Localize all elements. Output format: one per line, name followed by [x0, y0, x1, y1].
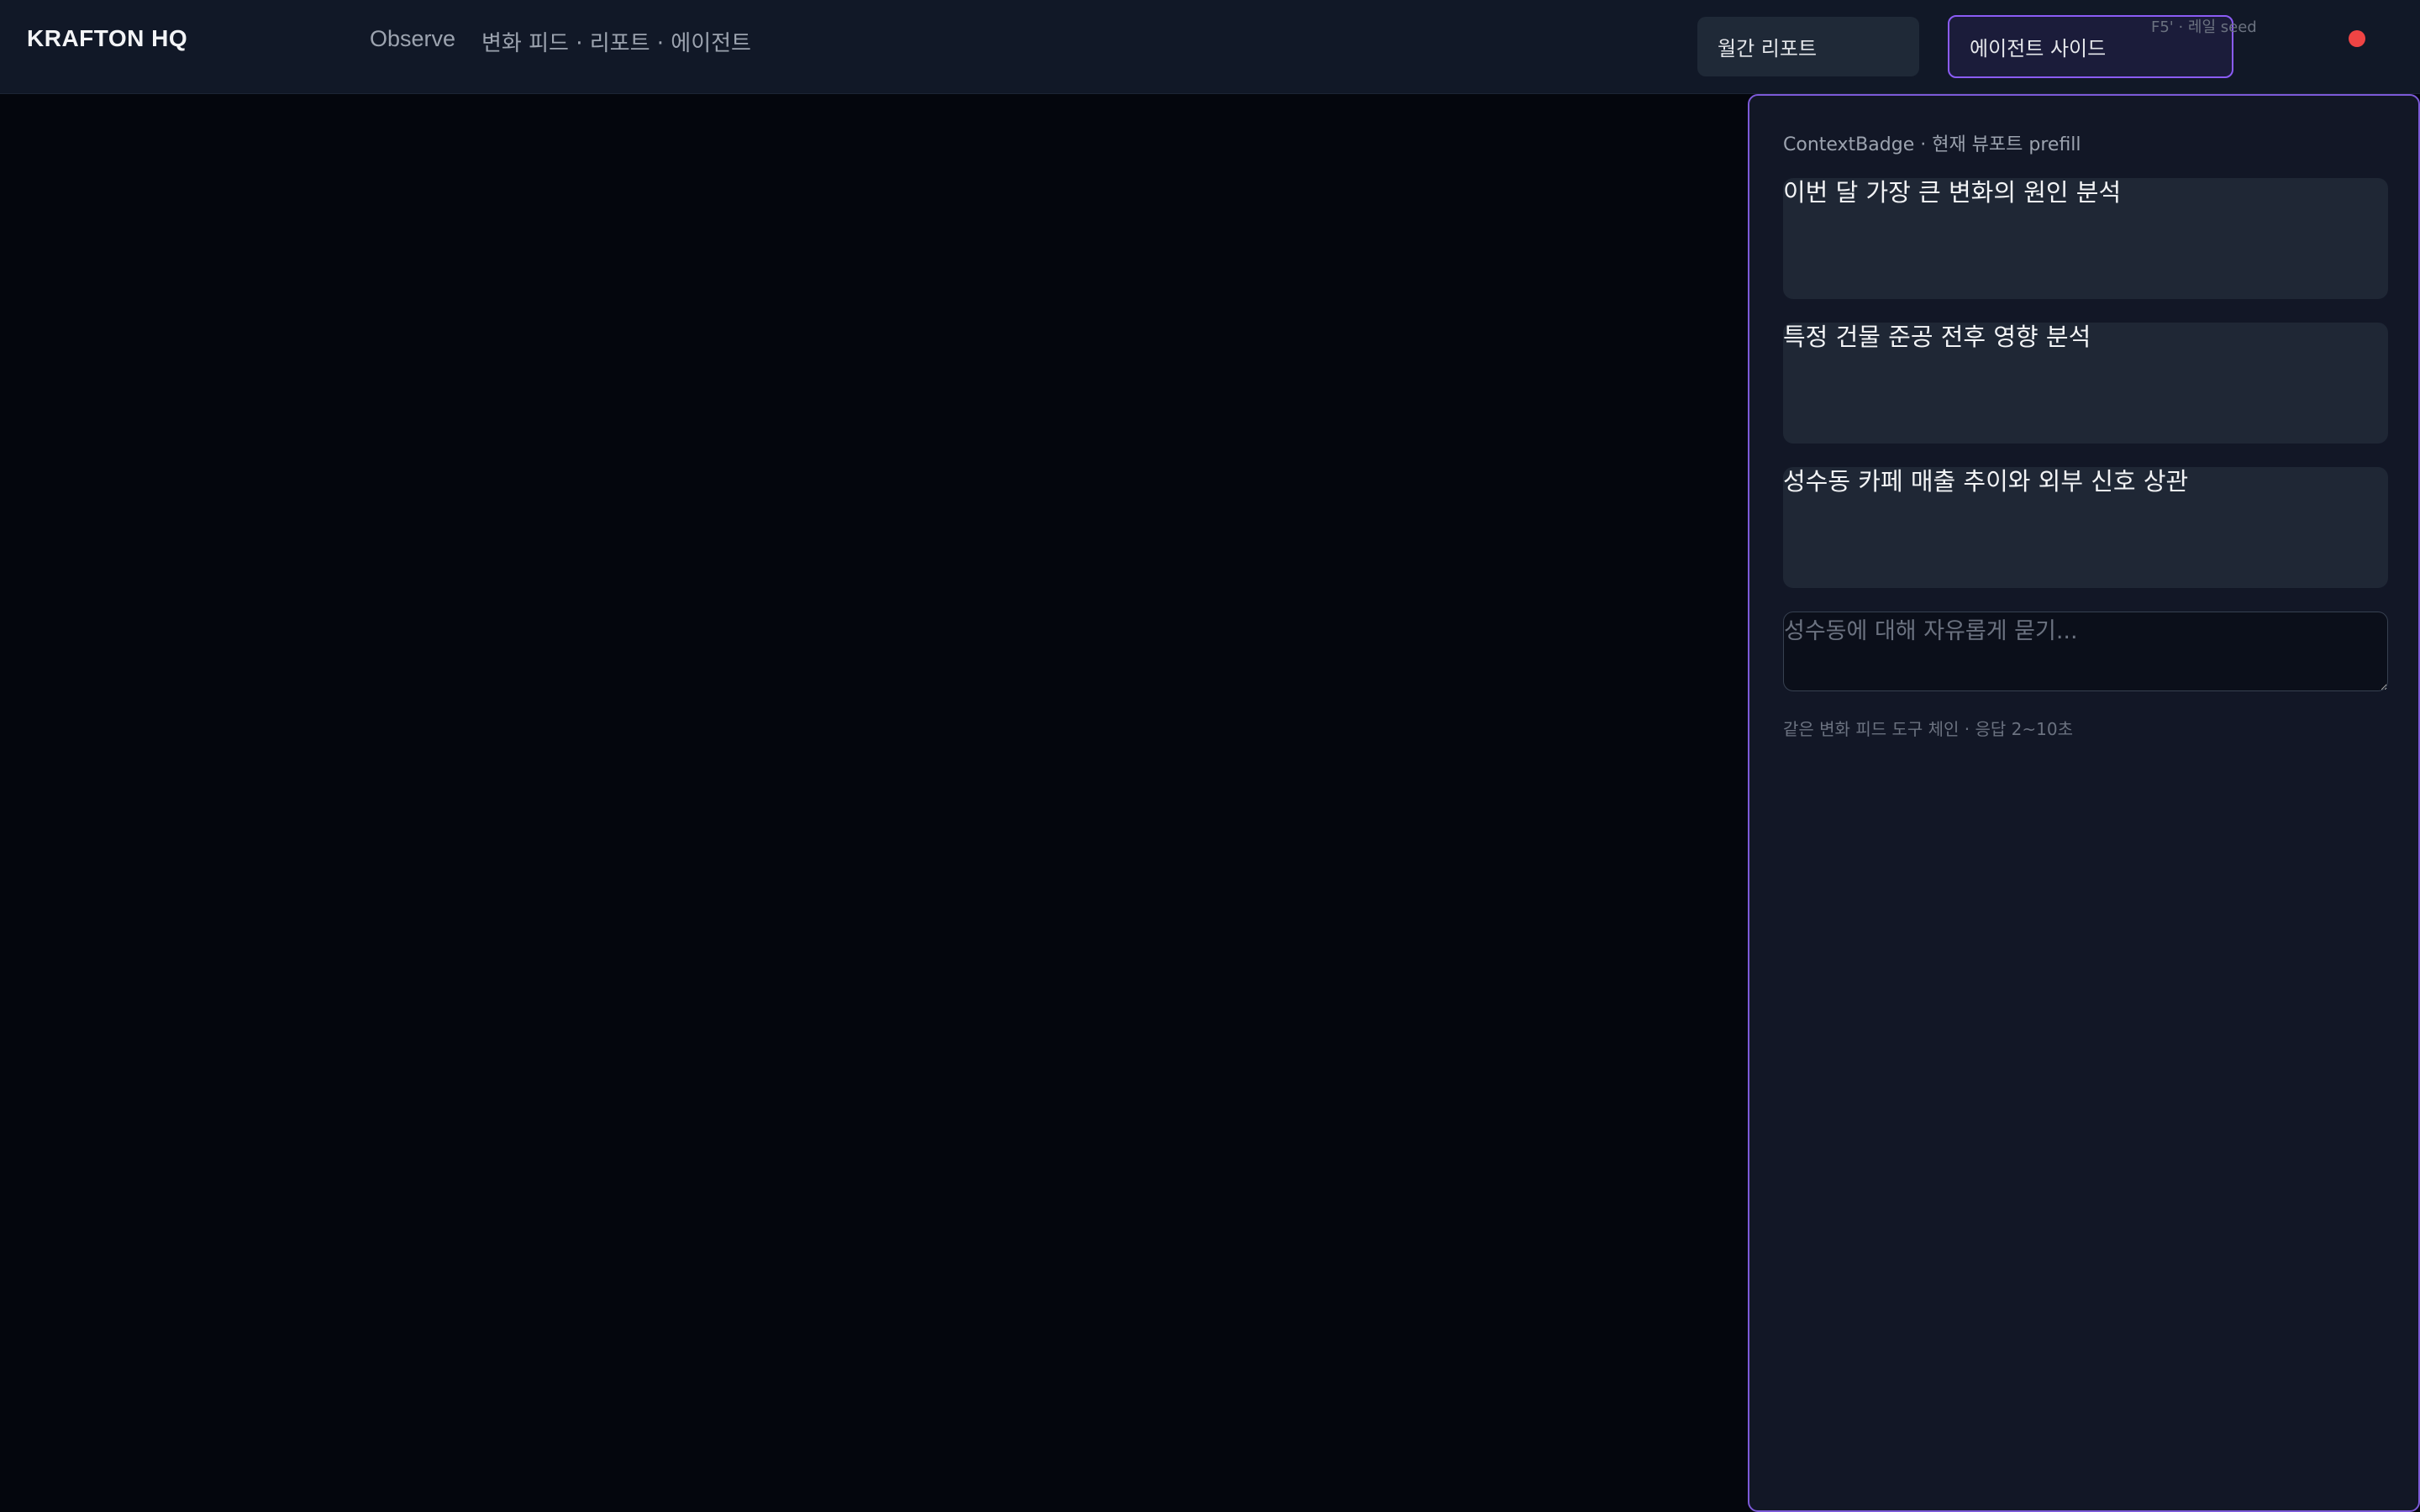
suggested-prompt-label: 특정 건물 준공 전후 영향 분석: [1783, 323, 2091, 351]
suggested-prompt-card[interactable]: 성수동 카페 매출 추이와 외부 신호 상관: [1783, 467, 2388, 588]
seed-note: F5' · 레일 seed: [2151, 18, 2257, 36]
app-logo: KRAFTON HQ: [27, 25, 188, 51]
agent-question-input[interactable]: [1783, 612, 2388, 691]
suggested-prompt-card[interactable]: 특정 건물 준공 전후 영향 분석: [1783, 323, 2388, 444]
suggested-prompt-card[interactable]: 이번 달 가장 큰 변화의 원인 분석: [1783, 178, 2388, 299]
monthly-report-label: 월간 리포트: [1718, 37, 1818, 60]
agent-side-label: 에이전트 사이드: [1970, 37, 2107, 60]
agent-side-panel: ContextBadge · 현재 뷰포트 prefill 이번 달 가장 큰 …: [1748, 94, 2420, 1512]
suggested-prompt-label: 성수동 카페 매출 추이와 외부 신호 상관: [1783, 467, 2189, 496]
status-dot-icon: [2349, 30, 2365, 47]
monthly-report-button[interactable]: 월간 리포트: [1697, 17, 1919, 76]
context-badge: ContextBadge · 현재 뷰포트 prefill: [1783, 134, 2081, 155]
top-bar: KRAFTON HQ Observe 변화 피드 · 리포트 · 에이전트 월간…: [0, 0, 2420, 94]
suggested-prompt-label: 이번 달 가장 큰 변화의 원인 분석: [1783, 178, 2122, 207]
main-canvas[interactable]: [0, 94, 1748, 1512]
nav-title[interactable]: Observe: [370, 26, 455, 52]
agent-footer-note: 같은 변화 피드 도구 체인 · 응답 2~10초: [1783, 719, 2073, 739]
nav-subtitle: 변화 피드 · 리포트 · 에이전트: [481, 31, 751, 56]
